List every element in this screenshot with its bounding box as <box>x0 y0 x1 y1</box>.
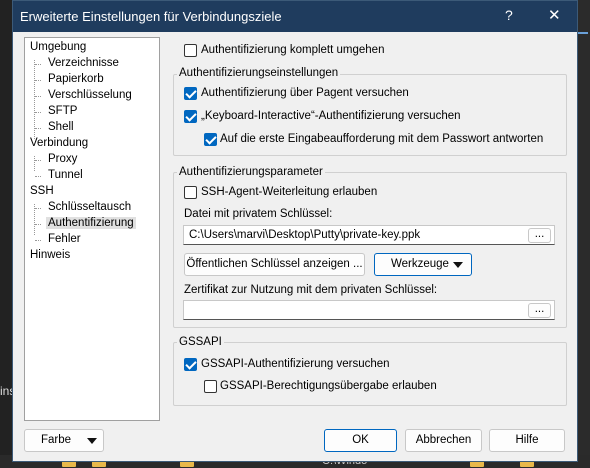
tree-tick <box>35 224 41 225</box>
auth-params-title: Authentifizierungsparameter <box>177 166 325 178</box>
agent-forwarding-checkbox[interactable] <box>184 186 197 199</box>
tools-dropdown[interactable]: Werkzeuge <box>374 253 472 276</box>
tree-tick <box>35 240 41 241</box>
tools-dropdown-label: Werkzeuge <box>391 258 449 270</box>
certificate-label: Zertifikat zur Nutzung mit dem privaten … <box>184 284 438 296</box>
tree-tick <box>35 96 41 97</box>
bypass-auth-checkbox[interactable] <box>184 44 197 57</box>
ok-button[interactable]: OK <box>324 429 397 452</box>
advanced-settings-dialog: Erweiterte Einstellungen für Verbindungs… <box>12 0 578 462</box>
gssapi-title: GSSAPI <box>177 336 224 348</box>
color-dropdown-button[interactable]: Farbe <box>24 429 104 452</box>
dropdown-arrow-icon <box>87 438 97 444</box>
tree-item-umgebung[interactable]: Umgebung <box>30 41 86 53</box>
tree-item-schluesseltausch[interactable]: Schlüsseltausch <box>48 201 131 213</box>
settings-tree: Umgebung Verzeichnisse Papierkorb Versch… <box>24 37 160 421</box>
tree-item-shell[interactable]: Shell <box>48 121 74 133</box>
tree-tick <box>35 208 41 209</box>
tree-connector <box>34 156 35 171</box>
tree-item-verzeichnisse[interactable]: Verzeichnisse <box>48 57 119 69</box>
agent-forwarding-label: SSH-Agent-Weiterleitung erlauben <box>201 186 378 198</box>
color-dropdown-label: Farbe <box>41 434 72 446</box>
browse-certificate-button[interactable]: ... <box>528 303 551 318</box>
help-icon[interactable]: ? <box>505 7 513 23</box>
private-key-path-input[interactable]: C:\Users\marvi\Desktop\Putty\private-key… <box>183 225 555 245</box>
bypass-auth-label: Authentifizierung komplett umgehen <box>201 44 385 56</box>
title-bar: Erweiterte Einstellungen für Verbindungs… <box>13 1 577 32</box>
tree-item-ssh[interactable]: SSH <box>30 185 54 197</box>
close-icon[interactable]: ✕ <box>548 6 561 24</box>
private-key-label: Datei mit privatem Schlüssel: <box>184 208 333 220</box>
tree-item-hinweis[interactable]: Hinweis <box>30 249 70 261</box>
tree-item-authentifizierung[interactable]: Authentifizierung <box>46 217 136 229</box>
dropdown-arrow-icon <box>453 262 463 268</box>
tree-tick <box>35 112 41 113</box>
tree-item-sftp[interactable]: SFTP <box>48 105 77 117</box>
respond-password-label: Auf die erste Eingabeaufforderung mit de… <box>220 133 544 145</box>
tree-item-verschluesselung[interactable]: Verschlüsselung <box>48 89 132 101</box>
background-mark <box>578 32 588 34</box>
keyboard-interactive-checkbox[interactable] <box>184 110 197 123</box>
tree-item-proxy[interactable]: Proxy <box>48 153 77 165</box>
background-window-edge <box>576 0 590 468</box>
show-public-key-button[interactable]: Öffentlichen Schlüssel anzeigen ... <box>184 253 365 276</box>
respond-password-checkbox[interactable] <box>204 133 217 146</box>
tree-tick <box>35 160 41 161</box>
gssapi-delegation-checkbox[interactable] <box>204 380 217 393</box>
tree-tick <box>35 128 41 129</box>
auth-settings-title: Authentifizierungseinstellungen <box>177 67 341 79</box>
gssapi-delegation-label: GSSAPI-Berechtigungsübergabe erlauben <box>220 380 437 392</box>
keyboard-interactive-label: „Keyboard-Interactive“-Authentifizierung… <box>201 110 461 122</box>
tree-item-tunnel[interactable]: Tunnel <box>48 169 83 181</box>
tree-item-papierkorb[interactable]: Papierkorb <box>48 73 104 85</box>
pageant-auth-label: Authentifizierung über Pagent versuchen <box>201 87 409 99</box>
gssapi-auth-checkbox[interactable] <box>184 358 197 371</box>
gssapi-group <box>173 342 567 406</box>
window-title: Erweiterte Einstellungen für Verbindungs… <box>20 9 282 24</box>
gssapi-auth-label: GSSAPI-Authentifizierung versuchen <box>201 358 390 370</box>
pageant-auth-checkbox[interactable] <box>184 87 197 100</box>
browse-key-button[interactable]: ... <box>528 228 551 243</box>
tree-tick <box>35 176 41 177</box>
help-button[interactable]: Hilfe <box>489 429 565 452</box>
tree-item-verbindung[interactable]: Verbindung <box>30 137 88 149</box>
certificate-path-input[interactable] <box>183 300 555 320</box>
tree-item-fehler[interactable]: Fehler <box>48 233 81 245</box>
tree-tick <box>35 64 41 65</box>
tree-tick <box>35 80 41 81</box>
cancel-button[interactable]: Abbrechen <box>405 429 482 452</box>
